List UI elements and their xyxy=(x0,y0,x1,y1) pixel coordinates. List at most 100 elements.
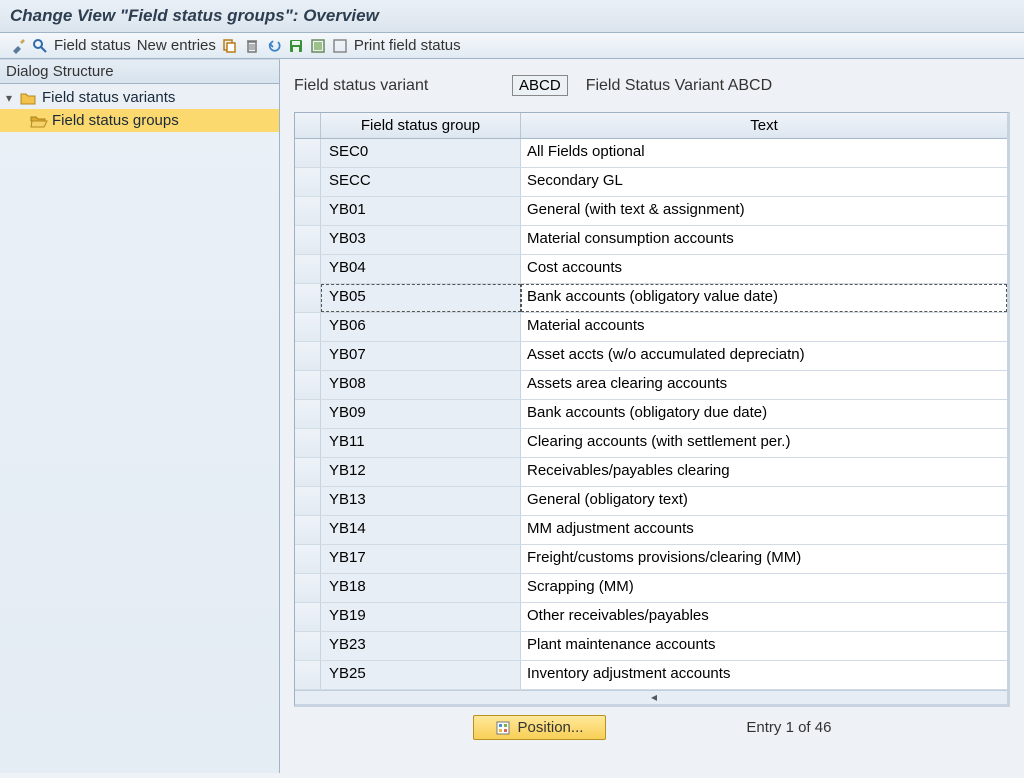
tree-item-field-status-groups[interactable]: Field status groups xyxy=(0,109,279,132)
cell-text[interactable]: Material consumption accounts xyxy=(521,226,1007,254)
row-selector[interactable] xyxy=(295,545,321,573)
cell-text[interactable]: Plant maintenance accounts xyxy=(521,632,1007,660)
cell-code[interactable]: YB23 xyxy=(321,632,521,660)
row-selector[interactable] xyxy=(295,632,321,660)
table-body: SEC0All Fields optionalSECCSecondary GLY… xyxy=(295,139,1007,690)
new-entries-action[interactable]: New entries xyxy=(137,37,216,54)
cell-text[interactable]: Secondary GL xyxy=(521,168,1007,196)
cell-code[interactable]: YB17 xyxy=(321,545,521,573)
column-header-code[interactable]: Field status group xyxy=(321,113,521,138)
select-all-icon[interactable] xyxy=(310,38,326,54)
cell-text[interactable]: Bank accounts (obligatory value date) xyxy=(521,284,1007,312)
cell-code[interactable]: YB06 xyxy=(321,313,521,341)
table-row[interactable]: SECCSecondary GL xyxy=(295,168,1007,197)
cell-text[interactable]: Asset accts (w/o accumulated depreciatn) xyxy=(521,342,1007,370)
table-row[interactable]: YB19Other receivables/payables xyxy=(295,603,1007,632)
undo-icon[interactable] xyxy=(266,38,282,54)
cell-code[interactable]: YB09 xyxy=(321,400,521,428)
row-selector[interactable] xyxy=(295,139,321,167)
cell-text[interactable]: MM adjustment accounts xyxy=(521,516,1007,544)
fsv-value[interactable]: ABCD xyxy=(512,75,568,96)
cell-code[interactable]: YB18 xyxy=(321,574,521,602)
cell-text[interactable]: Inventory adjustment accounts xyxy=(521,661,1007,689)
print-field-status-action[interactable]: Print field status xyxy=(354,37,461,54)
tree-collapse-icon[interactable]: ▾ xyxy=(6,91,16,105)
horizontal-scrollbar[interactable]: ◂ xyxy=(295,690,1007,704)
table-row[interactable]: SEC0All Fields optional xyxy=(295,139,1007,168)
table-row[interactable]: YB11Clearing accounts (with settlement p… xyxy=(295,429,1007,458)
cell-code[interactable]: YB25 xyxy=(321,661,521,689)
table-row[interactable]: YB06Material accounts xyxy=(295,313,1007,342)
cell-code[interactable]: YB13 xyxy=(321,487,521,515)
table-row[interactable]: YB04Cost accounts xyxy=(295,255,1007,284)
row-selector[interactable] xyxy=(295,603,321,631)
cell-text[interactable]: All Fields optional xyxy=(521,139,1007,167)
cell-text[interactable]: Receivables/payables clearing xyxy=(521,458,1007,486)
delete-icon[interactable] xyxy=(244,38,260,54)
cell-text[interactable]: Material accounts xyxy=(521,313,1007,341)
row-selector[interactable] xyxy=(295,226,321,254)
cell-code[interactable]: YB11 xyxy=(321,429,521,457)
row-selector[interactable] xyxy=(295,371,321,399)
row-selector[interactable] xyxy=(295,168,321,196)
cell-code[interactable]: YB07 xyxy=(321,342,521,370)
details-icon[interactable] xyxy=(32,38,48,54)
row-selector[interactable] xyxy=(295,255,321,283)
cell-code[interactable]: YB14 xyxy=(321,516,521,544)
cell-text[interactable]: Clearing accounts (with settlement per.) xyxy=(521,429,1007,457)
table-row[interactable]: YB18Scrapping (MM) xyxy=(295,574,1007,603)
table-row[interactable]: YB09Bank accounts (obligatory due date) xyxy=(295,400,1007,429)
table-row[interactable]: YB25Inventory adjustment accounts xyxy=(295,661,1007,690)
table-row[interactable]: YB12Receivables/payables clearing xyxy=(295,458,1007,487)
cell-text[interactable]: General (obligatory text) xyxy=(521,487,1007,515)
row-selector[interactable] xyxy=(295,487,321,515)
row-selector[interactable] xyxy=(295,313,321,341)
folder-icon xyxy=(20,91,38,105)
cell-text[interactable]: Scrapping (MM) xyxy=(521,574,1007,602)
row-selector[interactable] xyxy=(295,458,321,486)
cell-text[interactable]: Assets area clearing accounts xyxy=(521,371,1007,399)
table-row[interactable]: YB13General (obligatory text) xyxy=(295,487,1007,516)
deselect-all-icon[interactable] xyxy=(332,38,348,54)
table-row[interactable]: YB14MM adjustment accounts xyxy=(295,516,1007,545)
row-selector[interactable] xyxy=(295,284,321,312)
cell-code[interactable]: YB12 xyxy=(321,458,521,486)
select-all-column[interactable] xyxy=(295,113,321,138)
column-header-text[interactable]: Text xyxy=(521,113,1007,138)
save-icon[interactable] xyxy=(288,38,304,54)
row-selector[interactable] xyxy=(295,400,321,428)
cell-code[interactable]: YB03 xyxy=(321,226,521,254)
table-row[interactable]: YB03Material consumption accounts xyxy=(295,226,1007,255)
position-button[interactable]: Position... xyxy=(473,715,607,740)
cell-text[interactable]: General (with text & assignment) xyxy=(521,197,1007,225)
cell-code[interactable]: YB05 xyxy=(321,284,521,312)
row-selector[interactable] xyxy=(295,661,321,689)
tree-item-field-status-variants[interactable]: ▾ Field status variants xyxy=(0,86,279,109)
row-selector[interactable] xyxy=(295,574,321,602)
row-selector[interactable] xyxy=(295,197,321,225)
row-selector[interactable] xyxy=(295,342,321,370)
row-selector[interactable] xyxy=(295,429,321,457)
table-row[interactable]: YB08Assets area clearing accounts xyxy=(295,371,1007,400)
cell-text[interactable]: Bank accounts (obligatory due date) xyxy=(521,400,1007,428)
cell-code[interactable]: YB08 xyxy=(321,371,521,399)
cell-code[interactable]: YB19 xyxy=(321,603,521,631)
cell-text[interactable]: Cost accounts xyxy=(521,255,1007,283)
cell-code[interactable]: YB04 xyxy=(321,255,521,283)
table-row[interactable]: YB07Asset accts (w/o accumulated depreci… xyxy=(295,342,1007,371)
table-row[interactable]: YB05Bank accounts (obligatory value date… xyxy=(295,284,1007,313)
table-row[interactable]: YB01General (with text & assignment) xyxy=(295,197,1007,226)
cell-text[interactable]: Freight/customs provisions/clearing (MM) xyxy=(521,545,1007,573)
fsv-label: Field status variant xyxy=(294,77,494,95)
row-selector[interactable] xyxy=(295,516,321,544)
copy-as-icon[interactable] xyxy=(222,38,238,54)
cell-code[interactable]: SEC0 xyxy=(321,139,521,167)
cell-code[interactable]: YB01 xyxy=(321,197,521,225)
field-status-action[interactable]: Field status xyxy=(54,37,131,54)
table-row[interactable]: YB17Freight/customs provisions/clearing … xyxy=(295,545,1007,574)
toggle-display-change-icon[interactable] xyxy=(10,38,26,54)
table-row[interactable]: YB23Plant maintenance accounts xyxy=(295,632,1007,661)
cell-code[interactable]: SECC xyxy=(321,168,521,196)
scroll-left-icon[interactable]: ◂ xyxy=(651,690,657,704)
cell-text[interactable]: Other receivables/payables xyxy=(521,603,1007,631)
